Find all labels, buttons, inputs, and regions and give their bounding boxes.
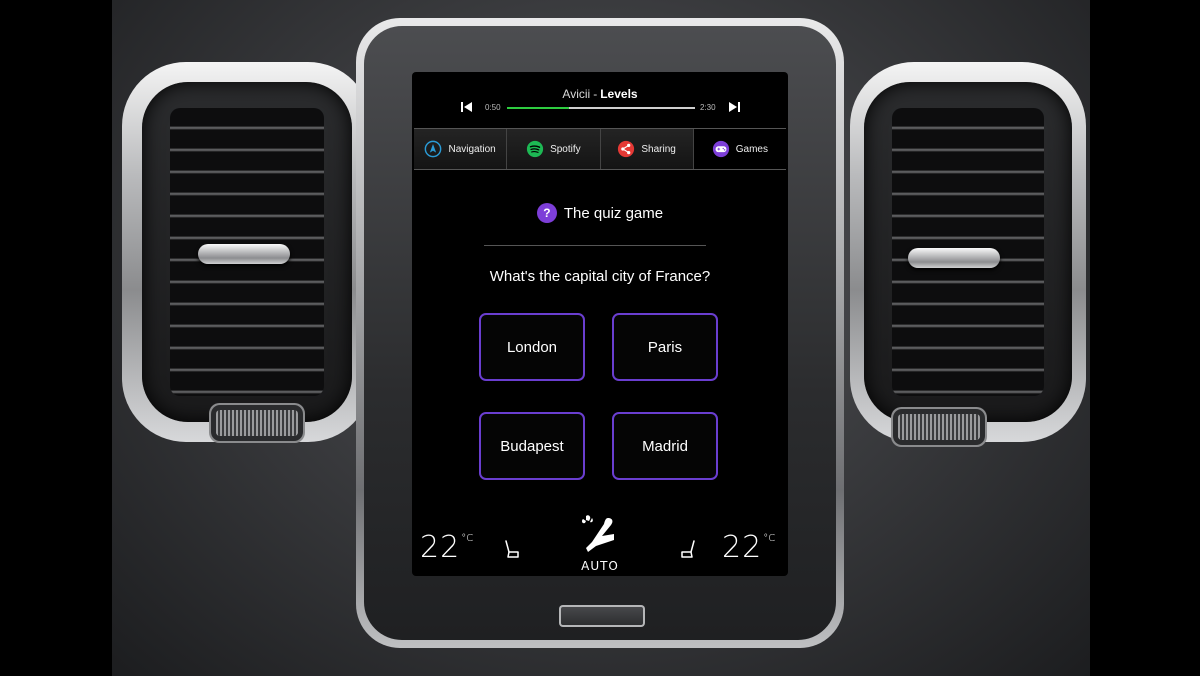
previous-track-icon[interactable] (460, 100, 474, 114)
track-info: Avicii - Levels (412, 87, 788, 101)
quiz-title: The quiz game (563, 204, 664, 222)
total-time: 2:30 (700, 103, 716, 112)
quiz-header: ? The quiz game (412, 203, 788, 223)
tab-label: Sharing (641, 143, 676, 155)
track-separator: - (593, 87, 598, 101)
answer-button-paris[interactable]: Paris (612, 313, 718, 381)
navigation-icon (425, 140, 442, 158)
right-temperature[interactable]: 22°C (722, 530, 775, 565)
right-temp-value: 22 (722, 530, 763, 565)
temp-unit: °C (763, 533, 776, 544)
answer-button-madrid[interactable]: Madrid (612, 412, 718, 480)
tab-spotify[interactable]: Spotify (507, 129, 601, 169)
right-seat-heat-icon[interactable] (678, 538, 700, 560)
artist-name: Avicii (562, 87, 591, 101)
tab-games[interactable]: Games (693, 129, 786, 169)
home-button[interactable] (559, 605, 645, 627)
elapsed-time: 0:50 (485, 103, 501, 112)
gamepad-icon (712, 140, 729, 158)
left-vent-knob[interactable] (198, 244, 290, 264)
right-vent-knob[interactable] (908, 248, 1000, 268)
song-title: Levels (600, 87, 638, 101)
answer-button-budapest[interactable]: Budapest (479, 412, 585, 480)
music-player: Avicii - Levels 0:50 2:30 (412, 72, 788, 128)
tab-label: Navigation (448, 143, 496, 155)
answer-button-london[interactable]: London (479, 313, 585, 381)
divider (484, 245, 706, 246)
share-icon (618, 140, 635, 158)
tab-navigation[interactable]: Navigation (414, 129, 508, 169)
right-vent-wheel[interactable] (898, 414, 980, 440)
tab-sharing[interactable]: Sharing (600, 129, 694, 169)
question-icon: ? (536, 203, 557, 223)
left-seat-heat-icon[interactable] (500, 538, 522, 560)
tab-label: Spotify (550, 143, 581, 155)
temp-unit: °C (461, 533, 474, 544)
quiz-question: What's the capital city of France? (489, 268, 711, 285)
spotify-icon (526, 140, 544, 158)
airflow-seat-icon[interactable] (578, 512, 622, 556)
app-tabs: Navigation Spotify Sharing Games (414, 128, 786, 170)
left-vent-wheel[interactable] (216, 410, 298, 436)
tab-label: Games (735, 143, 768, 155)
progress-fill (507, 107, 570, 109)
infotainment-screen: Avicii - Levels 0:50 2:30 Navigation Spo… (412, 72, 788, 576)
next-track-icon[interactable] (727, 100, 741, 114)
progress-bar[interactable] (507, 107, 695, 109)
